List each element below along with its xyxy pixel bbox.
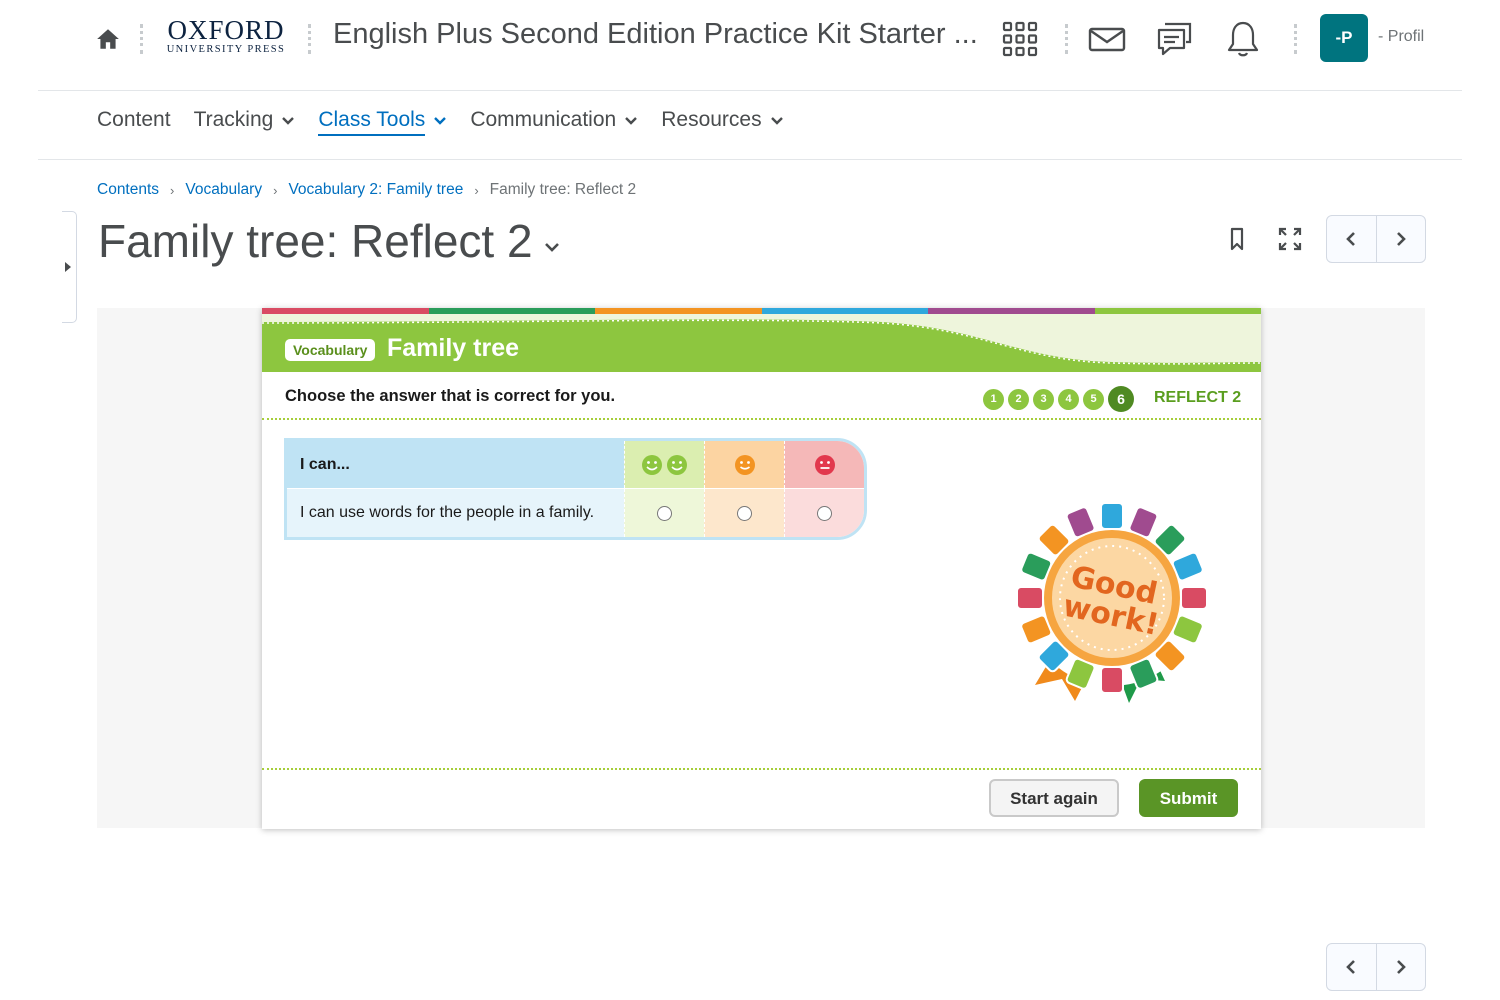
home-icon[interactable] <box>95 26 121 52</box>
page-title: Family tree: Reflect 2 <box>98 215 533 267</box>
self-assessment-table: I can... I can use words for the people … <box>284 438 867 540</box>
radio-very-well[interactable] <box>657 505 672 521</box>
step-4[interactable]: 4 <box>1058 388 1079 410</box>
sad-face-column <box>784 441 864 488</box>
option-cell-very-well <box>624 489 704 537</box>
nav-item-label: Tracking <box>193 108 274 131</box>
previous-topic-button[interactable] <box>1327 944 1376 990</box>
nav-item-class-tools[interactable]: Class Tools <box>318 108 447 142</box>
oxford-logo[interactable]: OXFORD UNIVERSITY PRESS <box>160 16 292 56</box>
fullscreen-icon[interactable] <box>1277 226 1303 252</box>
topic-pager-bottom <box>1326 943 1426 991</box>
caret-right-icon <box>65 262 71 272</box>
course-title[interactable]: English Plus Second Edition Practice Kit… <box>333 18 978 51</box>
nav-item-tracking[interactable]: Tracking <box>194 108 296 142</box>
breadcrumb-link-contents[interactable]: Contents <box>97 181 159 199</box>
breadcrumb-separator: › <box>474 182 479 198</box>
step-3[interactable]: 3 <box>1033 388 1054 410</box>
previous-topic-button[interactable] <box>1327 216 1376 262</box>
step-2[interactable]: 2 <box>1008 388 1029 410</box>
dotted-divider <box>262 418 1261 420</box>
avatar[interactable]: -P <box>1320 14 1368 62</box>
logo-sub-text: UNIVERSITY PRESS <box>166 44 286 55</box>
mail-icon[interactable] <box>1088 20 1126 58</box>
happy-face-icon <box>641 454 687 475</box>
topic-pager-top <box>1326 215 1426 263</box>
neutral-face-icon <box>814 454 835 475</box>
reflect-label: REFLECT 2 <box>1154 389 1242 406</box>
top-header: OXFORD UNIVERSITY PRESS English Plus Sec… <box>0 0 1500 90</box>
nav-item-communication[interactable]: Communication <box>470 108 638 142</box>
activity-panel: Vocabulary Family tree Choose the answer… <box>262 308 1261 829</box>
bell-icon[interactable] <box>1224 20 1262 58</box>
breadcrumb-separator: › <box>273 182 278 198</box>
header-divider <box>1294 24 1297 54</box>
main-nav: Content Tracking Class Tools Communicati… <box>97 108 807 142</box>
happy-faces-column <box>624 441 704 488</box>
next-topic-button[interactable] <box>1375 216 1426 262</box>
radio-ok[interactable] <box>737 505 752 521</box>
logo-main-text: OXFORD <box>167 15 285 45</box>
chevron-left-icon <box>1346 960 1356 974</box>
breadcrumb: Contents › Vocabulary › Vocabulary 2: Fa… <box>97 181 636 199</box>
nav-item-label: Content <box>97 108 171 131</box>
toc-toggle-tab[interactable] <box>62 211 77 323</box>
nav-item-resources[interactable]: Resources <box>661 108 783 142</box>
category-chip: Vocabulary <box>285 339 376 361</box>
next-topic-button[interactable] <box>1375 944 1426 990</box>
header-divider <box>1065 24 1068 54</box>
submit-button[interactable]: Submit <box>1139 779 1238 817</box>
nav-item-label: Resources <box>661 108 762 131</box>
start-again-button[interactable]: Start again <box>989 779 1119 817</box>
activity-title: Family tree <box>387 334 520 362</box>
nav-item-label: Class Tools <box>318 108 426 136</box>
nav-divider-line <box>38 159 1462 160</box>
profile-label[interactable]: - Profil <box>1378 28 1424 46</box>
step-6-current[interactable]: 6 <box>1108 386 1134 412</box>
table-header-row: I can... <box>287 441 864 489</box>
nav-item-content[interactable]: Content <box>97 108 171 142</box>
breadcrumb-link-family-tree[interactable]: Vocabulary 2: Family tree <box>288 181 463 199</box>
chevron-right-icon <box>1396 232 1406 246</box>
chevron-right-icon <box>1396 960 1406 974</box>
chat-icon[interactable] <box>1156 20 1194 58</box>
option-cell-ok <box>704 489 784 537</box>
header-divider <box>140 24 143 54</box>
apps-grid-icon[interactable] <box>1001 20 1039 58</box>
breadcrumb-link-vocabulary[interactable]: Vocabulary <box>185 181 262 199</box>
chevron-left-icon <box>1346 232 1356 246</box>
smile-face-icon <box>734 454 755 475</box>
bookmark-icon[interactable] <box>1224 226 1250 252</box>
step-1[interactable]: 1 <box>983 388 1004 410</box>
header-divider-line <box>38 90 1462 91</box>
header-divider <box>308 24 311 54</box>
breadcrumb-current: Family tree: Reflect 2 <box>489 181 637 198</box>
breadcrumb-separator: › <box>170 182 175 198</box>
table-row: I can use words for the people in a fami… <box>287 489 864 537</box>
instruction-text: Choose the answer that is correct for yo… <box>285 387 616 405</box>
radio-not-yet[interactable] <box>817 505 832 521</box>
ok-face-column <box>704 441 784 488</box>
chevron-down-icon <box>770 117 783 125</box>
chevron-down-icon <box>434 117 447 125</box>
table-header-label: I can... <box>287 441 624 488</box>
chevron-down-icon <box>625 117 638 125</box>
dotted-divider <box>262 768 1261 770</box>
good-work-rosette-icon: Good work! <box>1017 502 1207 703</box>
option-cell-not-yet <box>784 489 864 537</box>
chevron-down-icon <box>282 117 295 125</box>
nav-item-label: Communication <box>470 108 617 131</box>
step-5[interactable]: 5 <box>1083 388 1104 410</box>
step-indicator: 1 2 3 4 5 6 <box>983 386 1138 412</box>
row-statement: I can use words for the people in a fami… <box>287 489 624 537</box>
chevron-down-icon[interactable] <box>543 238 561 256</box>
